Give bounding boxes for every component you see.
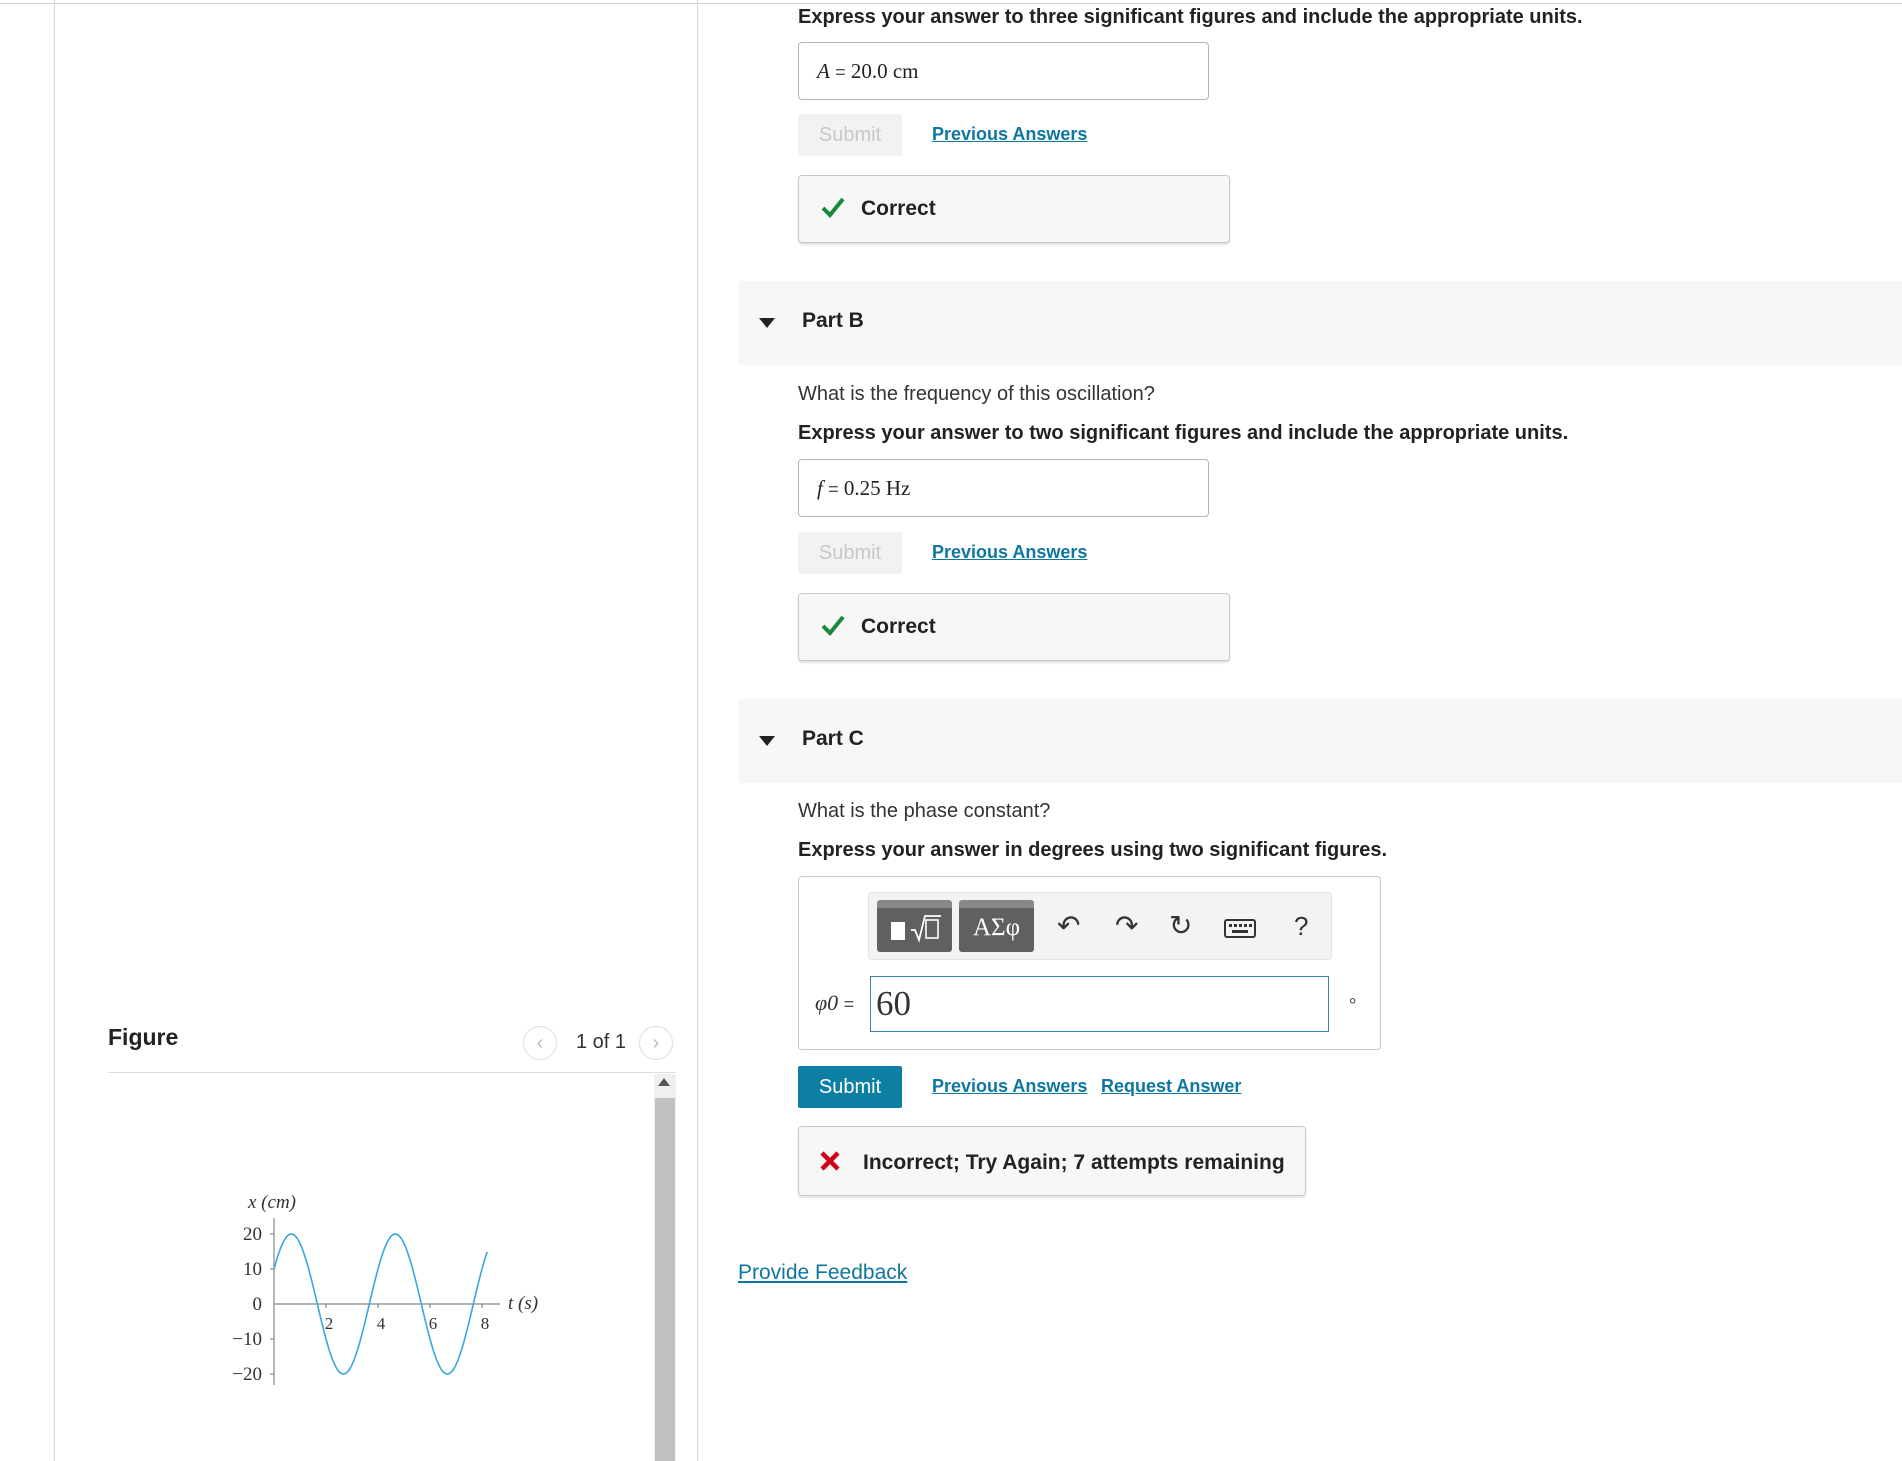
checkmark-icon [821, 197, 845, 218]
part-b-answer-value: 0.25 Hz [843, 476, 911, 500]
next-figure-button[interactable]: › [639, 1026, 673, 1060]
part-a-instruction: Express your answer to three significant… [798, 6, 1583, 28]
part-c-math-editor: ΑΣφ ↶ ↷ ↻ ? φ0 = 60 [798, 876, 1381, 1050]
reset-icon[interactable]: ↻ [1169, 911, 1192, 941]
part-c-submit-button[interactable]: Submit [798, 1066, 902, 1108]
chevron-left-icon: ‹ [536, 1032, 544, 1054]
y-tick-label: 10 [243, 1259, 262, 1280]
chevron-right-icon: › [652, 1032, 660, 1054]
x-tick-label: 4 [377, 1314, 386, 1333]
part-c-previous-answers-link[interactable]: Previous Answers [932, 1076, 1087, 1097]
part-a-correct-feedback: Correct [798, 175, 1230, 243]
part-a-answer-value: 20.0 cm [850, 59, 919, 83]
phase-constant-label: φ0 = [815, 990, 854, 1016]
part-b-question: What is the frequency of this oscillatio… [798, 383, 1155, 405]
x-tick-label: 2 [325, 1314, 334, 1333]
part-c-title: Part C [802, 727, 864, 750]
column-divider [697, 0, 698, 1461]
y-tick-label: −10 [232, 1329, 262, 1350]
caret-down-icon [759, 736, 775, 746]
greek-symbols-button[interactable]: ΑΣφ [959, 900, 1034, 952]
part-c-question: What is the phase constant? [798, 800, 1051, 822]
prev-figure-button[interactable]: ‹ [523, 1026, 557, 1060]
y-tick-label: 0 [253, 1294, 263, 1315]
x-axis-label: t (s) [508, 1293, 538, 1314]
feedback-label: Incorrect; Try Again; 7 attempts remaini… [863, 1151, 1285, 1174]
figure-scrollbar-thumb[interactable] [655, 1098, 675, 1461]
equals-sign: = [843, 994, 855, 1014]
feedback-label: Correct [861, 615, 936, 638]
degree-unit: ∘ [1347, 990, 1359, 1010]
part-c-instruction: Express your answer in degrees using two… [798, 839, 1388, 861]
part-a-previous-answers-link[interactable]: Previous Answers [932, 124, 1087, 145]
part-a-variable: A [817, 59, 830, 83]
x-tick-label: 8 [481, 1314, 490, 1333]
equals-sign: = [835, 62, 846, 82]
scroll-up-arrow-icon[interactable] [658, 1078, 670, 1086]
feedback-label: Correct [861, 197, 936, 220]
help-icon[interactable]: ? [1294, 911, 1308, 941]
part-a-answer-field: A = 20.0 cm [798, 42, 1209, 100]
part-b-answer-field: f = 0.25 Hz [798, 459, 1209, 517]
part-b-instruction: Express your answer to two significant f… [798, 422, 1569, 444]
part-c-incorrect-feedback: Incorrect; Try Again; 7 attempts remaini… [798, 1126, 1306, 1196]
y-axis-label: x (cm) [247, 1192, 296, 1213]
part-b-header[interactable]: Part B [738, 281, 1902, 365]
phase-constant-input[interactable]: 60 [870, 976, 1329, 1032]
fraction-sqrt-template-icon [891, 915, 941, 943]
oscillation-graph: x (cm) t (s) 20 10 0 −10 −20 2 4 6 8 [232, 1192, 538, 1385]
x-tick-label: 6 [429, 1314, 438, 1333]
part-b-correct-feedback: Correct [798, 593, 1230, 661]
caret-down-icon [759, 318, 775, 328]
y-tick-label: 20 [243, 1224, 262, 1245]
part-a-submit-button[interactable]: Submit [798, 114, 902, 156]
cross-icon [820, 1151, 840, 1171]
keyboard-icon[interactable] [1224, 917, 1256, 939]
provide-feedback-link[interactable]: Provide Feedback [738, 1261, 907, 1285]
redo-icon[interactable]: ↷ [1115, 911, 1138, 941]
figure-title: Figure [108, 1024, 179, 1050]
y-tick-label: −20 [232, 1364, 262, 1385]
templates-button[interactable] [877, 900, 952, 952]
part-b-variable: f [817, 476, 823, 500]
equals-sign: = [828, 479, 839, 499]
math-toolbar: ΑΣφ ↶ ↷ ↻ ? [868, 892, 1332, 960]
top-border [0, 3, 1902, 4]
part-c-header[interactable]: Part C [738, 699, 1902, 783]
figure-divider [108, 1072, 675, 1073]
part-c-variable: φ0 [815, 990, 839, 1015]
figure-pager: 1 of 1 [576, 1031, 627, 1053]
left-border [54, 0, 55, 1461]
undo-icon[interactable]: ↶ [1057, 911, 1080, 941]
part-b-title: Part B [802, 309, 864, 332]
part-b-submit-button[interactable]: Submit [798, 532, 902, 574]
checkmark-icon [821, 615, 845, 636]
request-answer-link[interactable]: Request Answer [1101, 1076, 1241, 1097]
part-b-previous-answers-link[interactable]: Previous Answers [932, 542, 1087, 563]
